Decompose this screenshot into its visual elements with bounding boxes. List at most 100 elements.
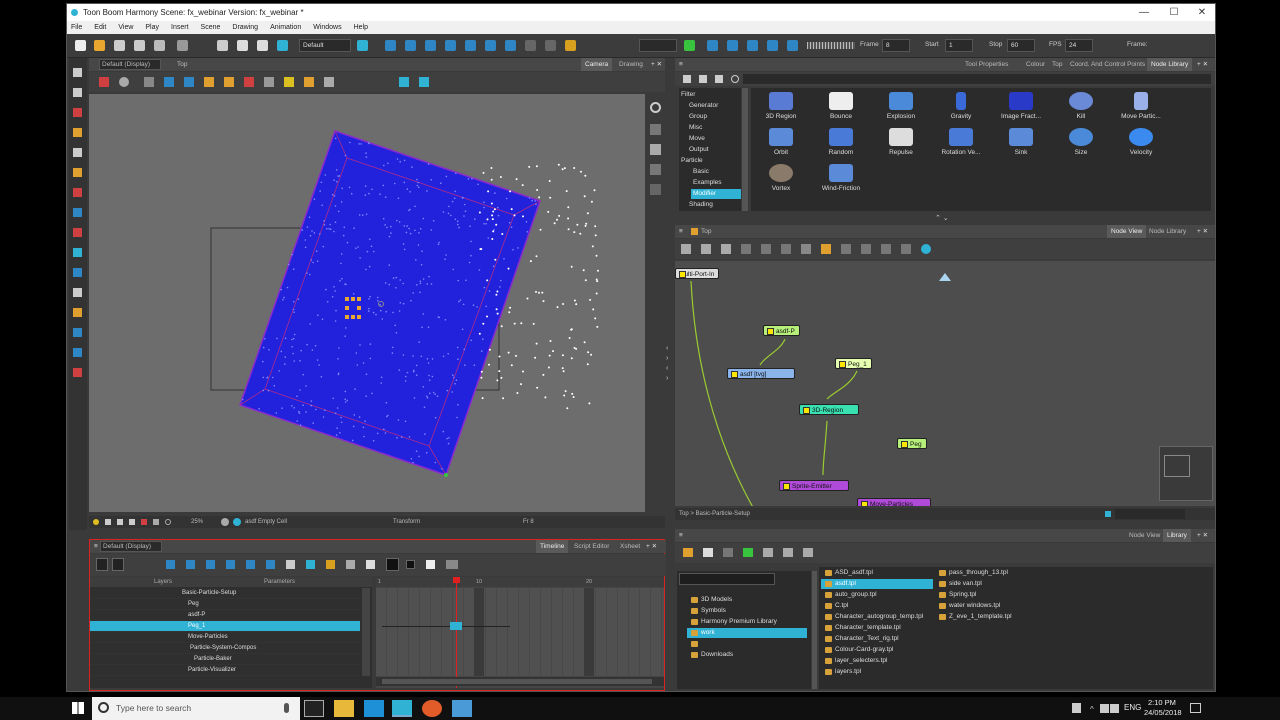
- reset-view-icon[interactable]: [650, 102, 661, 113]
- frame-icon[interactable]: [117, 519, 123, 525]
- list-view-icon[interactable]: [683, 75, 691, 83]
- template-item-selected[interactable]: asdf.tpl: [823, 580, 856, 587]
- template-item[interactable]: Spring.tpl: [937, 591, 976, 598]
- onion-skin-icon[interactable]: [306, 560, 315, 569]
- settings-gear-icon[interactable]: [119, 77, 129, 87]
- zoom-level[interactable]: 25%: [191, 516, 203, 528]
- frame-cells[interactable]: [376, 588, 664, 676]
- bone-icon[interactable]: [264, 77, 274, 87]
- motion-icon[interactable]: [286, 560, 295, 569]
- panel-menu-icon[interactable]: ≡: [679, 529, 683, 542]
- layers-bottom-icon[interactable]: [650, 184, 661, 195]
- animate-mode-icon[interactable]: [99, 77, 109, 87]
- layer-row[interactable]: Peg: [90, 599, 360, 610]
- node-asdf-p[interactable]: asdf-P: [763, 325, 800, 336]
- node-velocity[interactable]: Velocity: [1111, 128, 1171, 156]
- menu-help[interactable]: Help: [354, 21, 368, 34]
- node-kill[interactable]: Kill: [1051, 92, 1111, 120]
- add-keyframe-icon[interactable]: [166, 560, 175, 569]
- template-item[interactable]: ASD_asdf.tpl: [823, 569, 873, 576]
- loop-icon[interactable]: [747, 40, 758, 51]
- current-keyframe[interactable]: [450, 622, 462, 630]
- menu-edit[interactable]: Edit: [94, 21, 106, 34]
- tab-drawing[interactable]: Drawing: [615, 58, 647, 71]
- sound-scrub-icon[interactable]: [767, 40, 778, 51]
- light-icon[interactable]: [93, 519, 99, 525]
- tree-work[interactable]: work: [689, 629, 715, 636]
- search-icon[interactable]: [731, 75, 739, 83]
- new-scene-icon[interactable]: [75, 40, 86, 51]
- category-modifier[interactable]: Modifier: [693, 190, 716, 197]
- node-tool-12-icon[interactable]: [901, 244, 911, 254]
- category-generator[interactable]: Generator: [689, 102, 718, 109]
- play-icon[interactable]: [707, 40, 718, 51]
- panel-menu-icon[interactable]: ≡: [679, 225, 683, 238]
- paint-tool-icon[interactable]: [73, 188, 82, 197]
- marker-icon[interactable]: [326, 560, 335, 569]
- panel-menu-icon[interactable]: ≡: [94, 540, 98, 553]
- navigation-arrow-icon[interactable]: [939, 273, 951, 281]
- menu-view[interactable]: View: [118, 21, 133, 34]
- align-v-icon[interactable]: [419, 77, 429, 87]
- spline-offset-icon[interactable]: [485, 40, 496, 51]
- solo-icon[interactable]: [406, 560, 415, 569]
- add-layer-icon[interactable]: [366, 560, 375, 569]
- dropper-tool-icon[interactable]: [73, 348, 82, 357]
- render-preview-icon[interactable]: [684, 40, 695, 51]
- menu-windows[interactable]: Windows: [313, 21, 341, 34]
- menu-file[interactable]: File: [71, 21, 82, 34]
- category-basic[interactable]: Basic: [693, 168, 709, 175]
- node-graph[interactable]: Multi-Port-In asdf-P asdf [tvg] Peg_1 3D…: [675, 261, 1215, 506]
- layer-row[interactable]: Particle-Visualizer: [90, 665, 360, 676]
- brush-tool-icon[interactable]: [73, 108, 82, 117]
- node-3d-region[interactable]: 3D-Region: [799, 404, 859, 415]
- thumbnail-view-icon[interactable]: [715, 75, 723, 83]
- menu-insert[interactable]: Insert: [171, 21, 189, 34]
- node-multi-port-in[interactable]: Multi-Port-In: [675, 268, 720, 279]
- clock-icon[interactable]: [165, 519, 171, 525]
- node-tool-7-icon[interactable]: [801, 244, 811, 254]
- timeline-display-select[interactable]: Default (Display): [100, 541, 162, 552]
- node-image-fracture[interactable]: Image Fract...: [991, 92, 1051, 120]
- camera-viewport[interactable]: [89, 94, 645, 512]
- tab-colour[interactable]: Colour: [1022, 58, 1049, 71]
- node-vortex[interactable]: Vortex: [751, 164, 811, 192]
- category-output[interactable]: Output: [689, 146, 709, 153]
- frame-field[interactable]: 8: [882, 39, 910, 52]
- harmony-taskbar-icon[interactable]: [392, 700, 412, 717]
- minimize-button[interactable]: —: [1129, 4, 1159, 21]
- workspace-manager-icon[interactable]: [357, 40, 368, 51]
- layers-3d-icon[interactable]: [650, 144, 661, 155]
- onion-icon[interactable]: [545, 40, 556, 51]
- node-orbit[interactable]: Orbit: [751, 128, 811, 156]
- lock-icon[interactable]: [204, 77, 214, 87]
- layer-row[interactable]: Particle-Baker: [90, 654, 360, 665]
- abc-icon[interactable]: [446, 560, 458, 569]
- grid-toggle-icon[interactable]: [144, 77, 154, 87]
- category-examples[interactable]: Examples: [693, 179, 722, 186]
- start-button-icon[interactable]: [72, 702, 84, 714]
- node-sink[interactable]: Sink: [991, 128, 1051, 156]
- tab-node-library[interactable]: Node Library: [1147, 58, 1193, 71]
- skype-icon[interactable]: [364, 700, 384, 717]
- node-peg[interactable]: Peg: [897, 438, 927, 449]
- tab-library[interactable]: Library: [1163, 529, 1191, 542]
- cut-icon[interactable]: [217, 40, 228, 51]
- paint-bucket-icon[interactable]: [73, 368, 82, 377]
- save-all-icon[interactable]: [134, 40, 145, 51]
- node-tool-5-icon[interactable]: [761, 244, 771, 254]
- settings-icon[interactable]: [221, 518, 229, 526]
- menu-scene[interactable]: Scene: [201, 21, 221, 34]
- menu-animation[interactable]: Animation: [270, 21, 301, 34]
- template-item[interactable]: Colour-Card-gray.tpl: [823, 646, 893, 653]
- menu-play[interactable]: Play: [145, 21, 159, 34]
- template-item[interactable]: water windows.tpl: [937, 602, 1000, 609]
- frame-ruler[interactable]: 1 10 20: [376, 577, 664, 587]
- template-item[interactable]: Character_autogroup_temp.tpl: [823, 613, 923, 620]
- folder-icon[interactable]: [683, 548, 693, 557]
- spline-icon[interactable]: [244, 77, 254, 87]
- tray-chevron-icon[interactable]: ^: [1090, 705, 1094, 714]
- splitter-handle[interactable]: ‹ › ‹ ›: [666, 344, 672, 384]
- grid-icon[interactable]: [525, 40, 536, 51]
- playback-speed-slider[interactable]: [807, 42, 855, 49]
